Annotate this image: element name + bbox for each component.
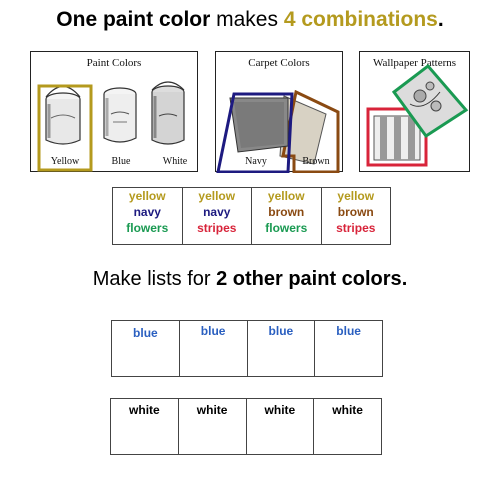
white-cell-text: white [264,403,296,417]
blue-cell-text: blue [200,324,226,338]
headline-part3: 4 combinations [283,8,438,31]
blue-paint-can-icon [103,87,137,143]
wallpaper-illustration [366,63,469,167]
subheading-part2: 2 other paint colors [216,268,402,290]
paint-label-white: White [162,156,188,167]
paint-colors-panel: Paint Colors Yellow Blue White [30,51,198,172]
white-list-cell[interactable]: white [313,398,382,455]
combo-wallpaper: stripes [197,221,237,235]
combo-paint: yellow [337,189,375,203]
paint-cans-illustration [37,81,185,172]
combo-wallpaper: flowers [126,221,169,235]
combo-carpet: brown [337,205,374,219]
white-list-cell[interactable]: white [245,398,315,455]
combo-paint: yellow [267,189,305,203]
blue-cell-text: blue [268,324,294,338]
blue-list-cell[interactable]: blue [246,320,316,377]
blue-cell-text: blue [133,326,158,340]
combination-cell: yellow brown stripes [320,187,391,245]
combo-carpet: navy [133,205,161,219]
paint-label-yellow: Yellow [50,156,80,167]
white-list-cell[interactable]: white [177,398,247,455]
combo-wallpaper: flowers [265,221,308,235]
paint-label-blue: Blue [111,156,131,167]
combinations-table: yellow navy flowers yellow navy stripes … [112,187,391,245]
combo-carpet: navy [203,205,231,219]
blue-list-cell[interactable]: blue [111,320,180,377]
carpet-swatches-illustration [216,89,340,173]
subheading-part3: . [401,268,408,290]
white-list-cell[interactable]: white [110,398,179,455]
blue-list-cell[interactable]: blue [314,320,383,377]
blue-list-table: blue blue blue blue [111,320,383,377]
carpet-label-navy: Navy [245,156,267,167]
subheading: Make lists for 2 other paint colors. [0,268,500,291]
yellow-paint-can-icon [45,85,81,145]
carpet-label-brown: Brown [302,156,330,167]
white-cell-text: white [129,403,160,417]
headline-part1: One paint color [56,8,211,31]
subheading-part1: Make lists for [92,268,217,290]
blue-cell-text: blue [336,324,361,338]
combo-wallpaper: stripes [336,221,376,235]
combination-cell: yellow navy flowers [112,187,183,245]
blue-list-cell[interactable]: blue [178,320,248,377]
white-cell-text: white [196,403,228,417]
combination-cell: yellow brown flowers [251,187,322,245]
white-cell-text: white [332,403,363,417]
wallpaper-patterns-panel: Wallpaper Patterns [359,51,470,172]
combo-paint: yellow [128,189,166,203]
combo-paint: yellow [198,189,236,203]
headline-part4: . [437,8,444,31]
white-paint-can-icon [151,81,185,145]
combination-cell: yellow navy stripes [181,187,252,245]
headline: One paint color makes 4 combinations. [0,8,500,32]
carpet-colors-panel: Carpet Colors Navy Brown [215,51,343,173]
headline-part2: makes [210,8,284,31]
combo-carpet: brown [268,205,305,219]
white-list-table: white white white white [110,398,382,455]
